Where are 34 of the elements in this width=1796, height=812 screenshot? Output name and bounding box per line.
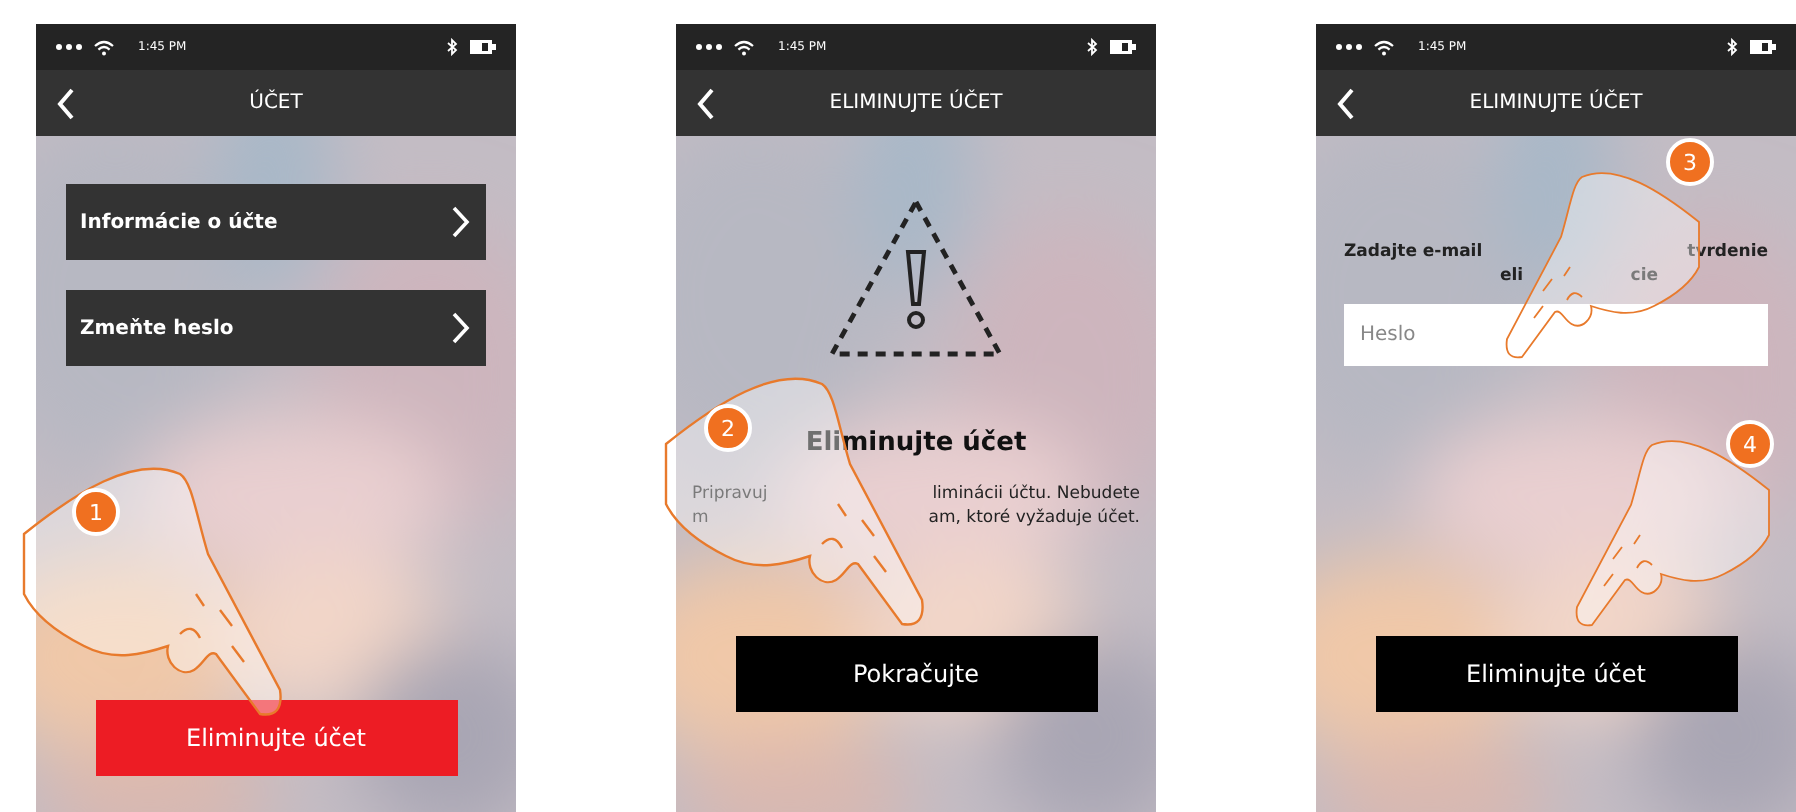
message-text: liminácii účtu. Nebudete: [932, 482, 1140, 506]
back-icon[interactable]: [1336, 88, 1356, 120]
prompt-text: cie: [1630, 264, 1658, 288]
bluetooth-icon: [446, 38, 458, 56]
prompt-text: eli: [1500, 264, 1524, 288]
menu-item[interactable]: Informácie o účte: [66, 184, 486, 260]
back-icon[interactable]: [696, 88, 716, 120]
bluetooth-icon: [1726, 38, 1738, 56]
wifi-icon: [1374, 39, 1394, 55]
message-text: Pripravuj: [692, 482, 768, 506]
signal-icon: [1336, 44, 1362, 50]
screen-title: ELIMINUJTE ÚČET: [1469, 92, 1643, 114]
wifi-icon: [734, 39, 754, 55]
menu-item[interactable]: Zmeňte heslo: [66, 290, 486, 366]
prompt-text: Zadajte e-mail: [1344, 240, 1483, 264]
chevron-icon: [452, 312, 470, 344]
message-text: am, ktoré vyžaduje účet.: [928, 506, 1140, 530]
delete-account-button[interactable]: Eliminujte účet: [1375, 636, 1737, 712]
warning-icon: [826, 196, 1006, 360]
password-field[interactable]: Heslo: [1344, 304, 1768, 366]
battery-icon: [470, 40, 496, 54]
delete-account-button[interactable]: Eliminujte účet: [95, 700, 457, 776]
signal-icon: [56, 44, 82, 50]
message-text: m: [692, 506, 709, 530]
screen-title: ELIMINUJTE ÚČET: [829, 92, 1003, 114]
battery-icon: [1110, 40, 1136, 54]
chevron-icon: [452, 206, 470, 238]
back-icon[interactable]: [56, 88, 76, 120]
wifi-icon: [94, 39, 114, 55]
battery-icon: [1750, 40, 1776, 54]
signal-icon: [696, 44, 722, 50]
screen-title: ÚČET: [249, 92, 303, 114]
delete-account-button[interactable]: Pokračujte: [735, 636, 1097, 712]
bluetooth-icon: [1086, 38, 1098, 56]
